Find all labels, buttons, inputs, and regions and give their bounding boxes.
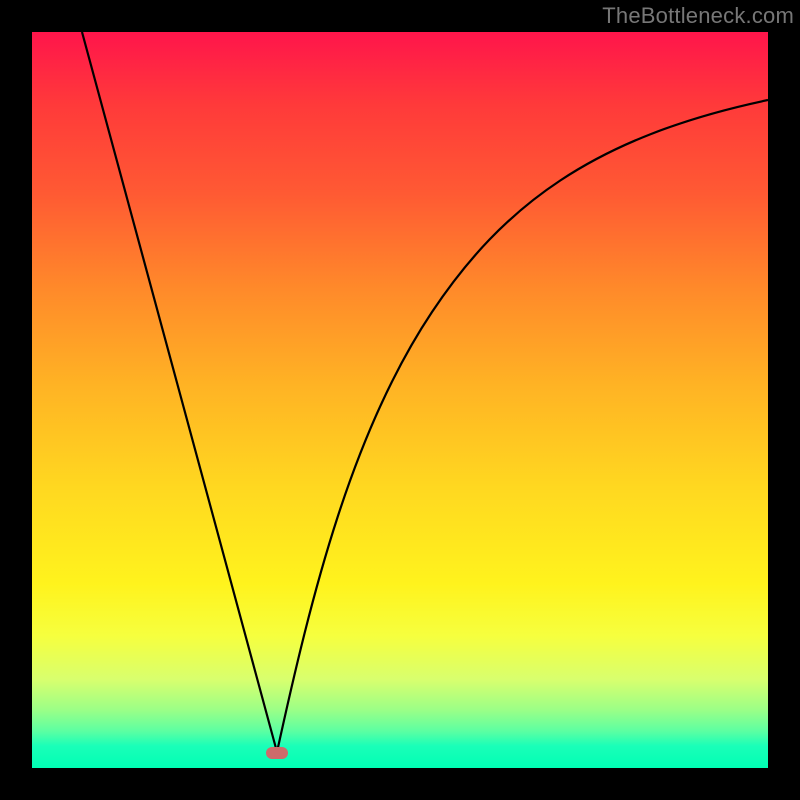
chart-frame: TheBottleneck.com (0, 0, 800, 800)
plot-area (32, 32, 768, 768)
optimal-marker (266, 747, 288, 759)
bottleneck-curve (32, 32, 768, 768)
curve-left-branch (82, 32, 277, 752)
watermark: TheBottleneck.com (602, 3, 794, 29)
curve-right-branch (277, 100, 768, 752)
